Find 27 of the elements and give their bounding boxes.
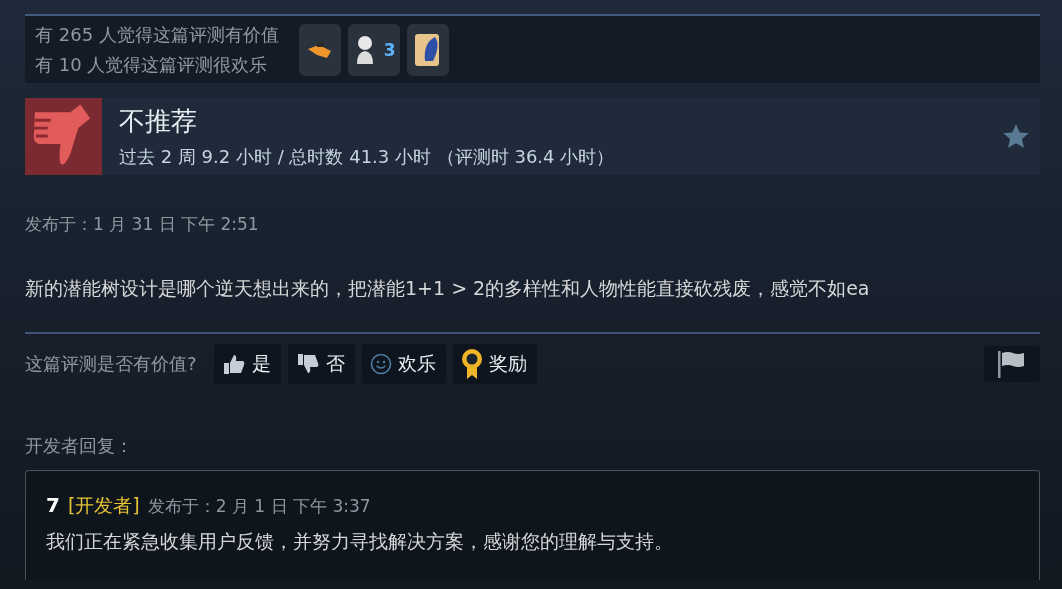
reply-author[interactable]: 7 xyxy=(46,493,60,517)
funny-count: 有 10 人觉得这篇评测很欢乐 xyxy=(35,52,269,77)
funny-button[interactable]: 欢乐 xyxy=(361,344,446,384)
star-icon[interactable] xyxy=(1002,123,1030,150)
thumbs-up-icon xyxy=(221,353,246,375)
no-button[interactable]: 否 xyxy=(287,344,355,384)
verdict-title: 不推荐 xyxy=(119,105,198,138)
award-button[interactable]: 奖励 xyxy=(452,344,537,384)
posted-date: 发布于：1 月 31 日 下午 2:51 xyxy=(25,213,260,236)
award-badge[interactable] xyxy=(298,23,341,76)
developer-tag: [开发者] xyxy=(67,493,140,519)
award-ribbon-icon xyxy=(460,348,483,380)
award-count: 3 xyxy=(383,39,396,60)
helpful-prompt: 这篇评测是否有价值? xyxy=(25,352,197,376)
flag-icon xyxy=(996,350,1026,378)
award-badge[interactable]: 3 xyxy=(347,23,400,76)
smiley-icon xyxy=(369,353,392,375)
thumbs-down-icon xyxy=(295,353,320,375)
helpful-count: 有 265 人觉得这篇评测有价值 xyxy=(35,22,279,47)
yes-button[interactable]: 是 xyxy=(213,344,281,384)
review-text: 新的潜能树设计是哪个逆天想出来的，把潜能1+1 > 2的多样性和人物性能直接砍残废，感觉不如ea xyxy=(25,276,871,301)
report-flag-button[interactable] xyxy=(984,346,1040,382)
reply-date: 发布于：2 月 1 日 下午 3:37 xyxy=(147,495,371,518)
reply-text: 我们正在紧急收集用户反馈，并努力寻找解决方案，感谢您的理解与支持。 xyxy=(46,529,674,554)
playtime-text: 过去 2 周 9.2 小时 / 总时数 41.3 小时 （评测时 36.4 小时） xyxy=(119,145,616,169)
award-badge[interactable] xyxy=(406,23,449,76)
developer-reply-heading: 开发者回复： xyxy=(25,434,134,458)
